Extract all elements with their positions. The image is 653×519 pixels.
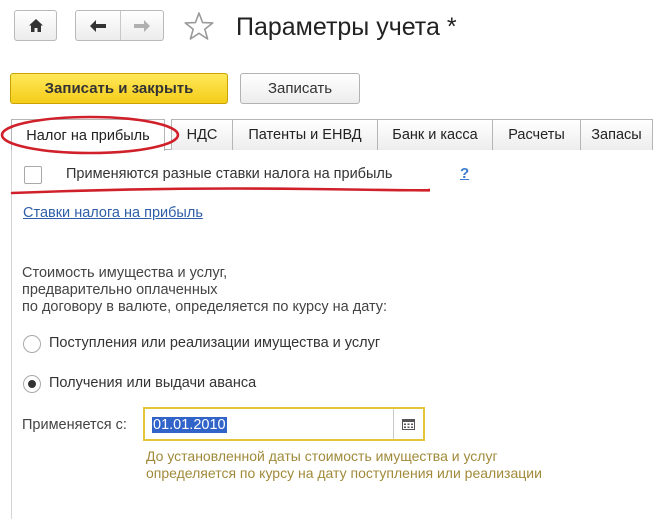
history-navigation bbox=[75, 10, 164, 41]
calendar-icon bbox=[402, 418, 415, 430]
tab-patents[interactable]: Патенты и ЕНВД bbox=[232, 119, 378, 150]
home-button-group bbox=[14, 10, 57, 41]
radio-advance-label[interactable]: Получения или выдачи аванса bbox=[49, 375, 256, 391]
different-rates-checkbox[interactable] bbox=[24, 166, 42, 184]
panel-border bbox=[11, 150, 12, 519]
tab-inventory[interactable]: Запасы bbox=[580, 119, 653, 150]
tab-bank-cash[interactable]: Банк и касса bbox=[377, 119, 493, 150]
radio-receipt-or-sale-label[interactable]: Поступления или реализации имущества и у… bbox=[49, 335, 380, 351]
hint-line: До установленной даты стоимость имуществ… bbox=[146, 448, 498, 464]
tab-bar: Налог на прибыль НДС Патенты и ЕНВД Банк… bbox=[11, 119, 653, 151]
date-value[interactable]: 01.01.2010 bbox=[152, 417, 227, 433]
calendar-button[interactable] bbox=[393, 409, 423, 439]
star-icon[interactable] bbox=[182, 10, 216, 44]
tab-settlements[interactable]: Расчеты bbox=[492, 119, 581, 150]
annotation-underline bbox=[10, 187, 430, 195]
arrow-right-icon bbox=[133, 19, 150, 32]
forward-button[interactable] bbox=[119, 11, 164, 40]
radio-advance[interactable] bbox=[23, 375, 41, 393]
help-link[interactable]: ? bbox=[460, 165, 469, 182]
home-button[interactable] bbox=[15, 11, 56, 40]
date-hint: До установленной даты стоимость имуществ… bbox=[146, 448, 542, 482]
applies-from-date-input[interactable]: 01.01.2010 bbox=[143, 407, 425, 441]
radio-receipt-or-sale[interactable] bbox=[23, 335, 41, 353]
back-button[interactable] bbox=[76, 11, 120, 40]
description-line: по договору в валюте, определяется по ку… bbox=[22, 299, 388, 315]
currency-description: Стоимость имущества и услуг, предварител… bbox=[22, 265, 387, 316]
save-and-close-button[interactable]: Записать и закрыть bbox=[10, 73, 228, 104]
home-icon bbox=[28, 19, 43, 32]
hint-line: определяется по курсу на дату поступлени… bbox=[146, 465, 542, 481]
tab-profit-tax[interactable]: Налог на прибыль bbox=[11, 119, 165, 151]
page-title: Параметры учета * bbox=[236, 13, 457, 41]
save-button[interactable]: Записать bbox=[240, 73, 360, 104]
applies-from-label: Применяется с: bbox=[22, 417, 127, 433]
tab-vat[interactable]: НДС bbox=[171, 119, 233, 150]
arrow-left-icon bbox=[89, 19, 106, 32]
tax-rates-link[interactable]: Ставки налога на прибыль bbox=[23, 205, 203, 221]
different-rates-label: Применяются разные ставки налога на приб… bbox=[66, 166, 393, 182]
description-line: предварительно оплаченных bbox=[22, 282, 218, 298]
description-line: Стоимость имущества и услуг, bbox=[22, 265, 228, 281]
